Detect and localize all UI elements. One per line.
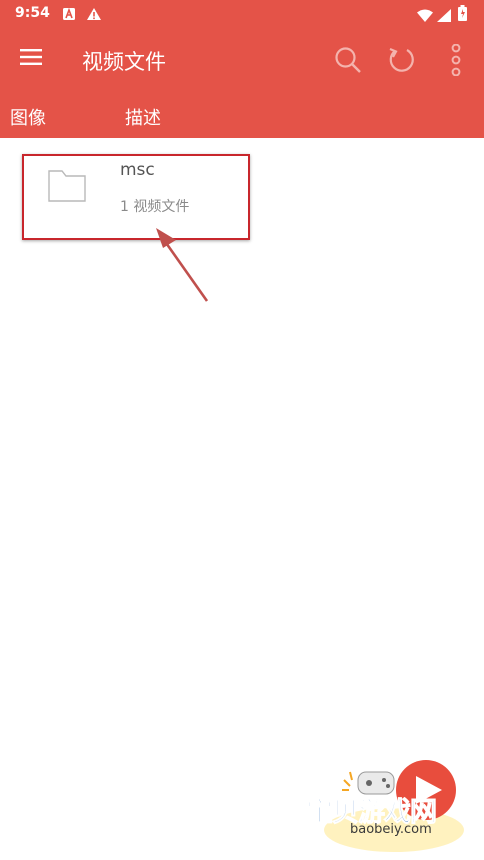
watermark-url: baobeiy.com xyxy=(350,822,432,837)
more-vert-icon[interactable] xyxy=(450,43,462,80)
tab-description[interactable]: 描述 xyxy=(125,104,161,130)
status-bar: 9:54 xyxy=(0,0,484,30)
status-time: 9:54 xyxy=(15,5,50,21)
tab-bar: 图像 描述 xyxy=(0,88,484,138)
warning-icon xyxy=(86,6,102,25)
menu-icon[interactable] xyxy=(20,48,42,70)
wifi-icon xyxy=(417,7,433,26)
a-badge-icon xyxy=(62,6,76,25)
battery-icon xyxy=(458,5,467,25)
folder-list-item[interactable]: msc 1 视频文件 xyxy=(22,154,250,240)
annotation-arrow-icon xyxy=(150,222,214,310)
folder-name: msc xyxy=(120,160,155,180)
refresh-icon[interactable] xyxy=(386,45,416,79)
watermark-logo: 宝贝游戏网 baobeiy.com xyxy=(306,760,464,856)
screen: 9:54 视频文件 图像 描述 msc 1 视频文件 宝贝游戏网 baobeiy… xyxy=(0,0,484,860)
page-title: 视频文件 xyxy=(82,50,166,74)
folder-icon xyxy=(48,170,86,206)
signal-icon xyxy=(437,7,451,26)
folder-item-count: 1 视频文件 xyxy=(120,199,190,215)
search-icon[interactable] xyxy=(334,46,362,78)
app-bar: 视频文件 xyxy=(0,30,484,88)
tab-images[interactable]: 图像 xyxy=(10,104,46,130)
